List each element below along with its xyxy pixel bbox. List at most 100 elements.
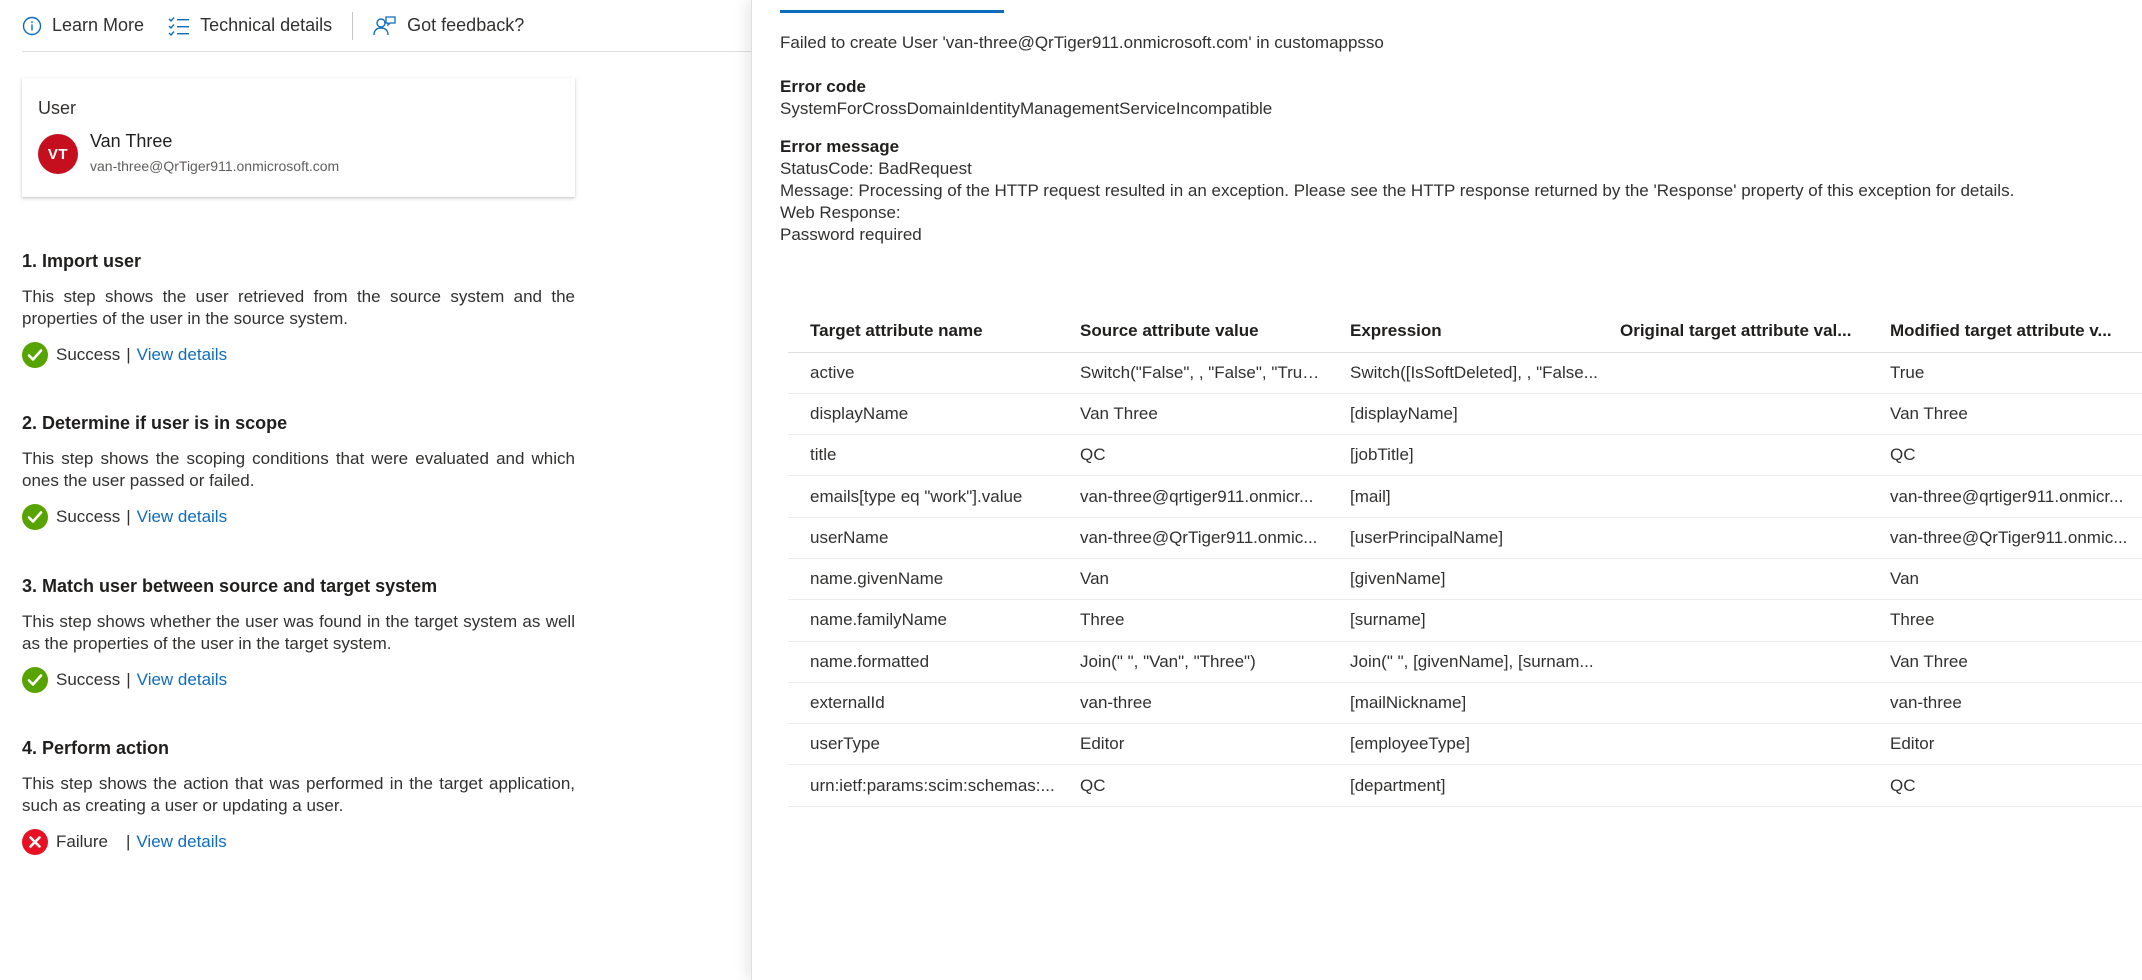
view-details-link-import[interactable]: View details: [137, 345, 227, 365]
table-cell: Three: [1058, 599, 1328, 642]
step-description: This step shows the scoping conditions t…: [22, 449, 575, 490]
status-text: Success: [56, 670, 121, 689]
step-perform-action: 4. Perform action This step shows the ac…: [22, 738, 575, 855]
table-row[interactable]: active Switch("False", , "False", "True",…: [788, 352, 2142, 394]
table-row[interactable]: externalId van-three [mailNickname] van-thr…: [788, 682, 2142, 725]
success-check-icon: [22, 504, 48, 530]
table-cell: Van: [1058, 558, 1328, 601]
status-text: Success: [56, 507, 121, 526]
table-cell: van-three@QrTiger911.onmic...: [1868, 517, 2142, 559]
column-header-modified-target-value[interactable]: Modified target attribute v...: [1868, 310, 2142, 353]
view-details-link-match[interactable]: View details: [137, 670, 227, 690]
table-cell: Switch("False", , "False", "True",...: [1058, 352, 1328, 394]
column-header-source-attribute-value[interactable]: Source attribute value: [1058, 310, 1328, 353]
table-cell: externalId: [788, 682, 1058, 725]
left-pane: Learn More Technical details Got feedbac…: [0, 0, 752, 980]
table-row[interactable]: emails[type eq "work"].value van-three@qr…: [788, 475, 2142, 518]
step-status: Success | View details: [22, 504, 575, 530]
info-icon: [22, 16, 42, 35]
success-check-icon: [22, 342, 48, 368]
step-title: 2. Determine if user is in scope: [22, 413, 288, 433]
table-cell: [givenName]: [1328, 558, 1598, 601]
status-text: Success: [56, 345, 121, 364]
table-cell: True: [1868, 352, 2142, 394]
step-status: Success | View details: [22, 667, 575, 693]
technical-details-button[interactable]: Technical details: [168, 0, 332, 52]
table-cell: [mail]: [1328, 475, 1598, 518]
table-row[interactable]: displayName Van Three [displayName] Van Thr…: [788, 393, 2142, 436]
user-name: Van Three: [90, 131, 173, 151]
table-cell: van-three: [1058, 682, 1328, 725]
table-cell: userName: [788, 517, 1058, 559]
table-cell: Editor: [1868, 723, 2142, 766]
table-row[interactable]: name.givenName Van [givenName] Van: [788, 558, 2142, 601]
error-summary: Failed to create User 'van-three@QrTiger…: [780, 33, 1384, 52]
column-header-original-target-value[interactable]: Original target attribute val...: [1598, 310, 1868, 353]
error-code: SystemForCrossDomainIdentityManagementSe…: [780, 99, 1273, 118]
table-cell: Van Three: [1058, 393, 1328, 436]
avatar: VT: [38, 134, 78, 174]
table-cell: [1598, 682, 1868, 725]
error-message-heading: Error message: [780, 137, 900, 156]
table-cell: displayName: [788, 393, 1058, 436]
status-separator: |: [126, 345, 131, 364]
table-header-row: Target attribute name Source attribute v…: [788, 310, 2142, 353]
active-tab-indicator: [780, 10, 1004, 13]
table-row[interactable]: title QC [jobTitle] QC: [788, 434, 2142, 477]
table-cell: Editor: [1058, 723, 1328, 766]
table-cell: [surname]: [1328, 599, 1598, 642]
step-import-user: 1. Import user This step shows the user …: [22, 251, 575, 368]
status-separator: |: [126, 670, 131, 689]
table-cell: QC: [1868, 764, 2142, 807]
table-row[interactable]: name.familyName Three [surname] Three: [788, 599, 2142, 642]
status-text: Failure: [56, 832, 108, 851]
checklist-icon: [168, 16, 190, 36]
status-separator: |: [125, 832, 131, 851]
step-scope: 2. Determine if user is in scope This st…: [22, 413, 575, 530]
table-row[interactable]: name.formatted Join(" ", "Van", "Three") J…: [788, 641, 2142, 683]
table-row[interactable]: urn:ietf:params:scim:schemas:... QC [depar…: [788, 764, 2142, 807]
table-cell: name.givenName: [788, 558, 1058, 601]
table-cell: emails[type eq "work"].value: [788, 475, 1058, 518]
view-details-link-scope[interactable]: View details: [137, 507, 227, 527]
table-cell: Three: [1868, 599, 2142, 642]
status-separator: |: [126, 507, 131, 526]
table-cell: [employeeType]: [1328, 723, 1598, 766]
failure-x-icon: [22, 829, 48, 855]
technical-details-label: Technical details: [200, 15, 333, 35]
table-cell: van-three@qrtiger911.onmicr...: [1868, 475, 2142, 518]
column-header-target-attribute-name[interactable]: Target attribute name: [788, 310, 1058, 353]
table-row[interactable]: userType Editor [employeeType] Editor: [788, 723, 2142, 766]
attribute-mapping-table: Target attribute name Source attribute v…: [788, 310, 2142, 807]
table-cell: Van Three: [1868, 641, 2142, 683]
table-row[interactable]: userName van-three@QrTiger911.onmic... [us…: [788, 517, 2142, 559]
step-status: Success | View details: [22, 342, 575, 368]
table-cell: name.formatted: [788, 641, 1058, 683]
user-card-title: User: [38, 98, 77, 118]
table-cell: van-three: [1868, 682, 2142, 725]
success-check-icon: [22, 667, 48, 693]
table-cell: [1598, 641, 1868, 683]
learn-more-label: Learn More: [52, 15, 145, 35]
feedback-label: Got feedback?: [407, 15, 525, 35]
table-cell: QC: [1058, 434, 1328, 477]
error-code-heading: Error code: [780, 77, 866, 96]
step-title: 1. Import user: [22, 251, 142, 271]
feedback-button[interactable]: Got feedback?: [373, 0, 524, 52]
view-details-link-action[interactable]: View details: [136, 832, 226, 852]
learn-more-button[interactable]: Learn More: [22, 0, 144, 52]
step-title: 4. Perform action: [22, 738, 170, 758]
step-description: This step shows the action that was perf…: [22, 774, 575, 815]
toolbar-divider: [352, 11, 354, 40]
step-description: This step shows whether the user was fou…: [22, 612, 575, 653]
table-cell: Van: [1868, 558, 2142, 601]
table-cell: QC: [1868, 434, 2142, 477]
table-cell: Join(" ", "Van", "Three"): [1058, 641, 1328, 683]
table-cell: title: [788, 434, 1058, 477]
toolbar: Learn More Technical details Got feedbac…: [22, 0, 752, 52]
column-header-expression[interactable]: Expression: [1328, 310, 1598, 353]
user-card: User VT Van Three van-three@QrTiger911.o…: [22, 78, 575, 197]
table-cell: [1598, 599, 1868, 642]
table-body: active Switch("False", , "False", "True",…: [788, 352, 2142, 807]
table-cell: [mailNickname]: [1328, 682, 1598, 725]
